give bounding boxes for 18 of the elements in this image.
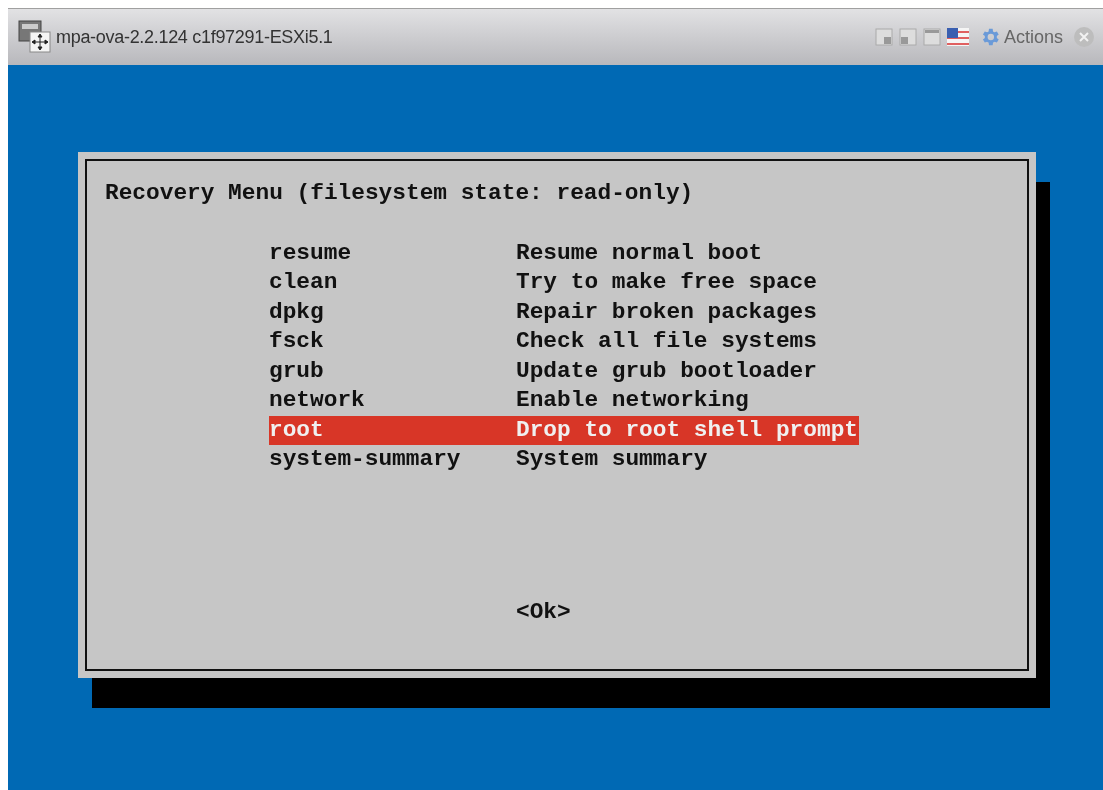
flag-icon[interactable] <box>946 28 969 46</box>
actions-button[interactable]: Actions <box>978 23 1063 51</box>
window-restore-icon[interactable] <box>874 28 893 46</box>
close-icon[interactable] <box>1073 26 1095 48</box>
menu-item[interactable]: resume Resume normal boot <box>269 238 859 268</box>
window-title: mpa-ova-2.2.124 c1f97291-ESXi5.1 <box>56 25 333 49</box>
menu-item[interactable]: system-summary System summary <box>269 445 859 475</box>
window-minimize-icon[interactable] <box>898 28 917 46</box>
ok-button[interactable]: <Ok> <box>516 597 571 627</box>
dialog-title: Recovery Menu (filesystem state: read-only) <box>105 179 695 208</box>
menu-item[interactable]: network Enable networking <box>269 386 859 416</box>
menu-item[interactable]: dpkg Repair broken packages <box>269 297 859 327</box>
menu-item[interactable]: fsck Check all file systems <box>269 327 859 357</box>
window-icon <box>18 20 52 54</box>
menu-item[interactable]: clean Try to make free space <box>269 268 859 298</box>
menu-item[interactable]: root Drop to root shell prompt <box>269 415 859 445</box>
window-maximize-icon[interactable] <box>922 28 941 46</box>
menu-item[interactable]: grub Update grub bootloader <box>269 356 859 386</box>
